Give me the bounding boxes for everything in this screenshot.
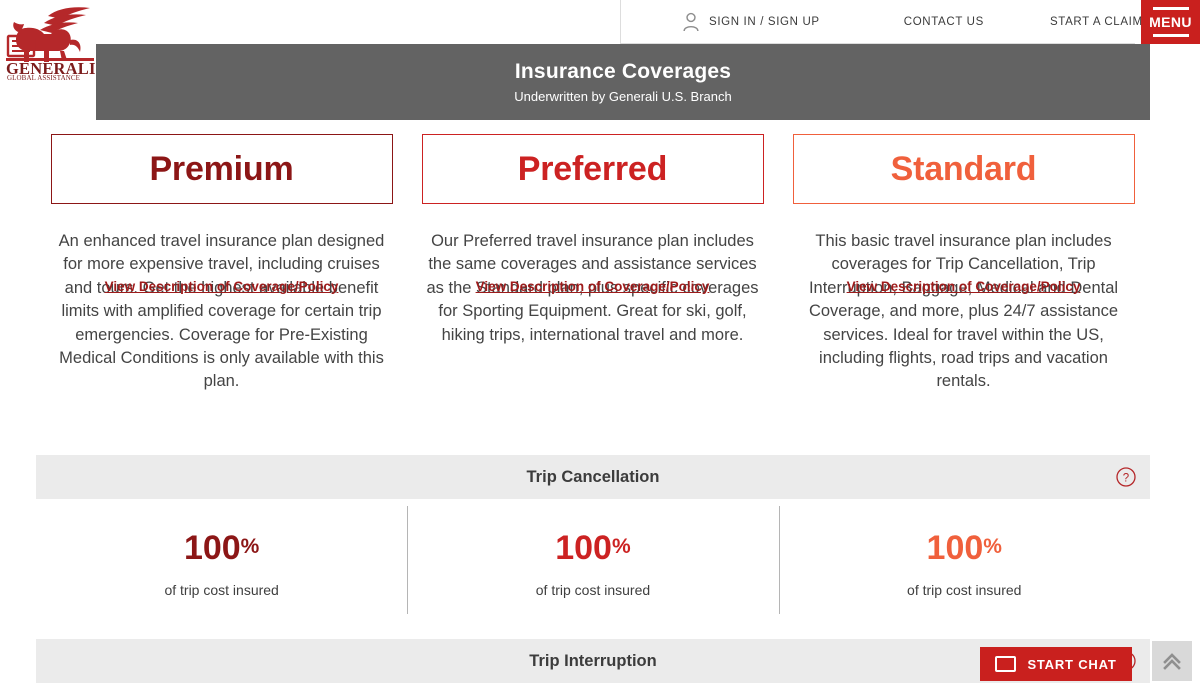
plan-link-wrap-standard: View Description of Coverage/Policy xyxy=(778,278,1149,296)
plan-name-standard: Standard xyxy=(890,149,1037,188)
benefit-number-standard: 100 xyxy=(926,529,984,567)
top-bar: SIGN IN / SIGN UP CONTACT US START A CLA… xyxy=(0,0,1200,44)
benefit-cell-premium: 100% of trip cost insured xyxy=(36,505,407,627)
svg-text:?: ? xyxy=(1123,472,1129,484)
start-chat-label: START CHAT xyxy=(1027,656,1117,672)
page-title: Insurance Coverages xyxy=(514,60,732,83)
generali-logo[interactable]: GENERALI GLOBAL ASSISTANCE xyxy=(4,2,96,80)
benefit-unit-standard: % xyxy=(983,535,1002,558)
page-header-banner: Insurance Coverages Underwritten by Gene… xyxy=(96,44,1150,120)
section-title-trip-interruption: Trip Interruption xyxy=(529,651,657,670)
section-title-trip-cancellation: Trip Cancellation xyxy=(526,467,660,486)
plan-name-preferred: Preferred xyxy=(517,149,668,188)
benefit-value-premium: 100% xyxy=(184,531,259,565)
plan-card-preferred[interactable]: Preferred xyxy=(421,134,764,204)
plan-columns: Premium An enhanced travel insurance pla… xyxy=(36,134,1150,394)
menu-line-bottom xyxy=(1152,34,1189,37)
benefit-row-trip-cancellation: 100% of trip cost insured 100% of trip c… xyxy=(36,505,1150,627)
chevron-double-up-icon xyxy=(1163,653,1181,670)
logo-tagline: GLOBAL ASSISTANCE xyxy=(7,74,80,80)
benefit-cell-preferred: 100% of trip cost insured xyxy=(407,505,778,627)
scroll-to-top-button[interactable] xyxy=(1152,641,1192,681)
view-coverage-link-preferred[interactable]: View Description of Coverage/Policy xyxy=(476,279,710,294)
benefit-sub-premium: of trip cost insured xyxy=(164,582,279,598)
sign-in-sign-up-link[interactable]: SIGN IN / SIGN UP xyxy=(682,12,820,32)
start-chat-button[interactable]: START CHAT xyxy=(980,647,1132,681)
primary-nav: SIGN IN / SIGN UP CONTACT US START A CLA… xyxy=(620,0,1142,44)
contact-us-link[interactable]: CONTACT US xyxy=(904,16,984,28)
sign-in-sign-up-label: SIGN IN / SIGN UP xyxy=(709,16,820,28)
benefit-cell-standard: 100% of trip cost insured xyxy=(778,505,1150,627)
plan-description-standard: This basic travel insurance plan include… xyxy=(808,232,1119,391)
plan-column-preferred: Preferred Our Preferred travel insurance… xyxy=(407,134,778,394)
view-coverage-link-standard[interactable]: View Description of Coverage/Policy xyxy=(847,279,1081,294)
plan-link-wrap-preferred: View Description of Coverage/Policy xyxy=(407,278,778,296)
benefit-value-standard: 100% xyxy=(927,531,1002,565)
plan-description-premium: An enhanced travel insurance plan design… xyxy=(58,232,385,391)
chat-bubble-icon xyxy=(995,656,1017,672)
benefit-sub-standard: of trip cost insured xyxy=(907,582,1022,598)
help-circle-icon[interactable]: ? xyxy=(1116,467,1136,487)
menu-button-label: MENU xyxy=(1149,14,1192,30)
benefit-unit-premium: % xyxy=(240,535,260,558)
plan-card-premium[interactable]: Premium xyxy=(50,134,393,204)
plan-link-wrap-premium: View Description of Coverage/Policy xyxy=(36,278,407,296)
menu-button[interactable]: MENU xyxy=(1141,0,1200,44)
section-bar-trip-cancellation: Trip Cancellation ? xyxy=(36,455,1150,499)
benefit-value-preferred: 100% xyxy=(555,531,630,565)
benefit-number-preferred: 100 xyxy=(555,529,612,567)
generali-lion-logo-icon: GENERALI GLOBAL ASSISTANCE xyxy=(6,7,95,80)
page-subtitle: Underwritten by Generali U.S. Branch xyxy=(514,89,732,104)
plan-column-premium: Premium An enhanced travel insurance pla… xyxy=(36,134,407,394)
menu-line-top xyxy=(1152,7,1189,10)
benefit-sub-preferred: of trip cost insured xyxy=(535,582,651,598)
benefit-unit-preferred: % xyxy=(611,535,631,558)
plan-card-standard[interactable]: Standard xyxy=(792,134,1135,204)
benefit-number-premium: 100 xyxy=(183,529,241,567)
plan-name-premium: Premium xyxy=(149,149,294,188)
plan-column-standard: Standard This basic travel insurance pla… xyxy=(778,134,1149,394)
start-a-claim-link[interactable]: START A CLAIM xyxy=(1050,16,1143,28)
view-coverage-link-premium[interactable]: View Description of Coverage/Policy xyxy=(105,279,339,294)
user-icon xyxy=(683,12,699,32)
